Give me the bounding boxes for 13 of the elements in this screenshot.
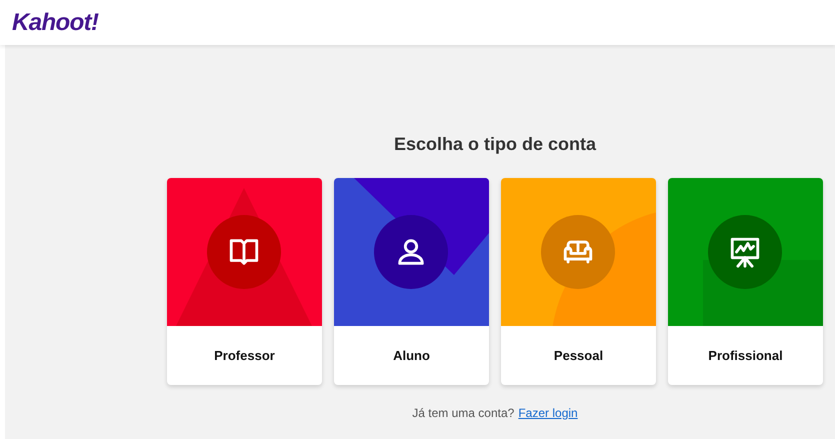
kahoot-logo[interactable]: Kahoot! <box>12 4 98 40</box>
card-label: Professor <box>214 346 275 365</box>
card-label: Profissional <box>708 346 783 365</box>
account-type-card[interactable]: Aluno <box>334 178 489 385</box>
account-type-card[interactable]: Pessoal <box>501 178 656 385</box>
account-type-card[interactable]: Profissional <box>668 178 823 385</box>
card-label: Aluno <box>393 346 430 365</box>
card-label: Pessoal <box>554 346 604 365</box>
login-prompt: Já tem uma conta? <box>412 405 514 422</box>
page-title: Escolha o tipo de conta <box>394 133 596 156</box>
account-type-card[interactable]: Professor <box>167 178 322 385</box>
presentation-chart-icon <box>728 235 762 269</box>
login-link[interactable]: Fazer login <box>518 404 578 422</box>
